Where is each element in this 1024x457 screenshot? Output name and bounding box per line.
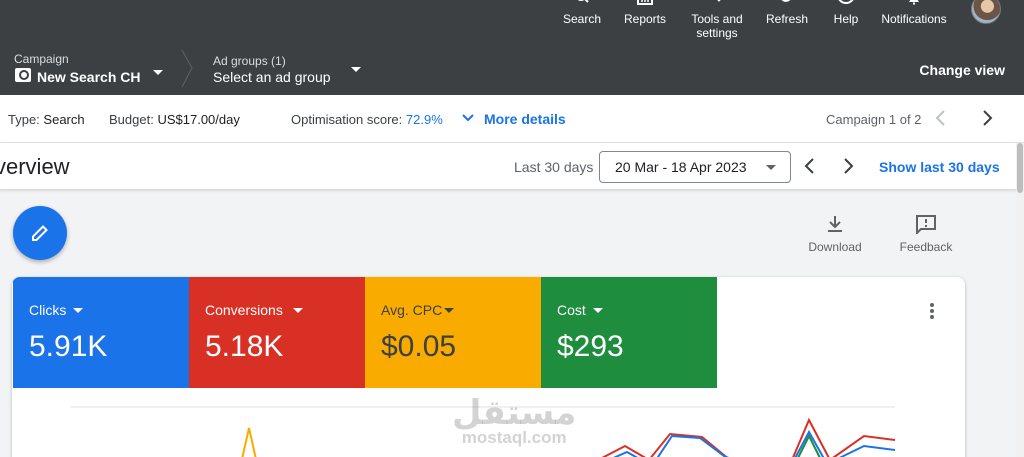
ad-groups-label: Ad groups (1) <box>213 54 286 68</box>
watermark-latin: mostaql.com <box>461 428 567 447</box>
date-dropdown-icon <box>766 165 776 170</box>
campaign-info-bar: Type: Search Budget: US$17.00/day Optimi… <box>0 95 1024 143</box>
download-icon <box>828 216 842 232</box>
refresh-label: Refresh <box>765 12 809 26</box>
metric-value: 5.18K <box>205 330 284 363</box>
top-bar: Search Reports Tools and settings Refresh… <box>0 0 1024 42</box>
campaign-dropdown-icon[interactable] <box>153 70 163 75</box>
campaign-count: Campaign 1 of 2 <box>826 112 922 127</box>
avatar[interactable] <box>971 0 1001 24</box>
chevron-down-icon[interactable] <box>462 111 474 123</box>
metric-tile-avg-cpc[interactable]: Avg. CPC $0.05 <box>365 277 541 388</box>
scrollbar-thumb[interactable] <box>1017 143 1023 193</box>
notifications-label: Notifications <box>881 12 947 26</box>
metric-dropdown-icon[interactable] <box>293 308 303 313</box>
reports-icon <box>637 0 653 5</box>
reports-label: Reports <box>623 12 667 26</box>
refresh-icon <box>781 0 791 2</box>
help-icon <box>838 0 854 4</box>
ad-group-selector[interactable]: Select an ad group <box>213 69 331 85</box>
tools-and-settings-button[interactable]: Tools and settings <box>686 0 748 42</box>
reports-button[interactable]: Reports <box>620 0 670 42</box>
next-campaign-icon[interactable] <box>978 109 996 127</box>
search-label: Search <box>562 12 602 26</box>
help-label: Help <box>833 12 859 26</box>
overview-header: verview Last 30 days 20 Mar - 18 Apr 202… <box>0 143 1016 190</box>
date-range-picker[interactable]: 20 Mar - 18 Apr 2023 <box>599 151 791 183</box>
change-view-button[interactable]: Change view <box>919 62 1005 78</box>
date-range-label: Last 30 days <box>514 159 594 175</box>
metric-label: Clicks <box>29 302 67 318</box>
campaign-name[interactable]: New Search CH <box>37 69 140 85</box>
campaign-bar: Campaign New Search CH Ad groups (1) Sel… <box>0 42 1024 95</box>
help-button[interactable]: Help <box>830 0 862 42</box>
show-last-30-days-link[interactable]: Show last 30 days <box>879 159 1000 175</box>
previous-period-icon[interactable] <box>801 157 819 175</box>
wrench-icon <box>717 0 721 2</box>
refresh-button[interactable]: Refresh <box>762 0 812 42</box>
metric-dropdown-icon[interactable] <box>444 308 454 313</box>
watermark-arabic: مستقل <box>452 393 577 433</box>
page-title: verview <box>0 154 70 179</box>
metric-tile-conversions[interactable]: Conversions 5.18K <box>189 277 365 388</box>
metric-tile-cost[interactable]: Cost $293 <box>541 277 717 388</box>
metric-value: $293 <box>557 330 624 363</box>
feedback-icon <box>916 215 936 234</box>
search-campaign-icon <box>15 68 31 82</box>
bell-icon <box>909 0 919 5</box>
download-label: Download <box>808 240 862 254</box>
date-range-value: 20 Mar - 18 Apr 2023 <box>615 159 747 175</box>
breadcrumb-separator-icon <box>181 49 193 88</box>
more-options-icon[interactable] <box>929 303 935 321</box>
metric-value: 5.91K <box>29 330 108 363</box>
download-button[interactable]: Download <box>806 214 864 254</box>
metric-dropdown-icon[interactable] <box>593 308 603 313</box>
metric-label: Avg. CPC <box>381 302 443 318</box>
pencil-icon <box>32 225 48 241</box>
tools-and-settings-label: Tools and settings <box>691 12 743 40</box>
campaign-label: Campaign <box>14 52 69 66</box>
metric-value: $0.05 <box>381 330 457 363</box>
watermark: مستقل mostaql.com <box>452 396 576 446</box>
metric-dropdown-icon[interactable] <box>73 308 83 313</box>
next-period-icon[interactable] <box>839 157 857 175</box>
more-details-link[interactable]: More details <box>484 111 566 127</box>
edit-button[interactable] <box>13 206 67 260</box>
metric-label: Conversions <box>205 302 283 318</box>
previous-campaign-icon[interactable] <box>932 109 950 127</box>
feedback-label: Feedback <box>899 240 953 254</box>
chart-series-clicks-2 <box>794 429 896 457</box>
optimisation-score: Optimisation score: 72.9% <box>291 112 443 127</box>
campaign-budget: Budget: US$17.00/day <box>109 112 240 127</box>
metric-tile-clicks[interactable]: Clicks 5.91K <box>13 277 189 388</box>
search-button[interactable]: Search <box>560 0 604 42</box>
campaign-type: Type: Search <box>8 112 85 127</box>
feedback-button[interactable]: Feedback <box>896 214 956 254</box>
metric-label: Cost <box>557 302 586 318</box>
search-icon <box>577 0 589 3</box>
ad-group-dropdown-icon[interactable] <box>351 67 361 72</box>
notifications-button[interactable]: Notifications <box>876 0 952 42</box>
chart-series-avg-cpc <box>241 427 257 457</box>
